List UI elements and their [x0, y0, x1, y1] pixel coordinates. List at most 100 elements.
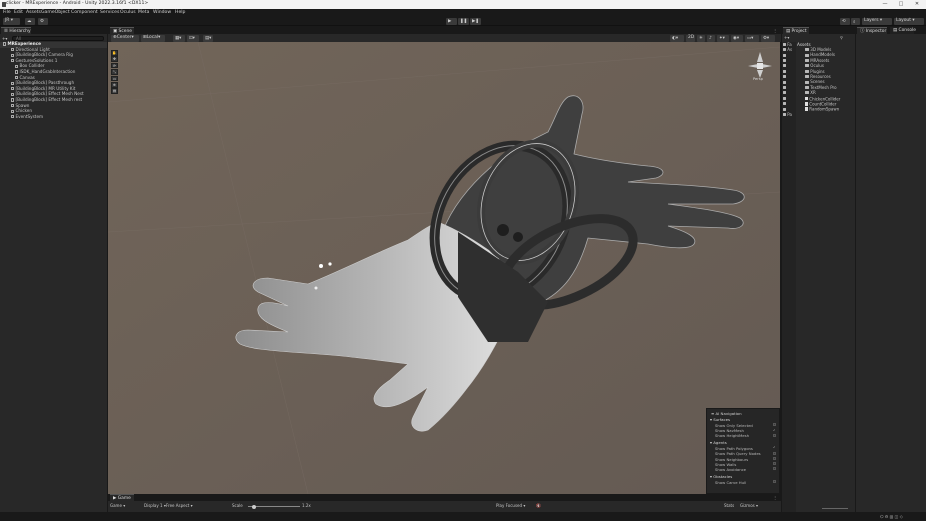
tab-hierarchy[interactable]: ☰ Hierarchy — [1, 27, 31, 34]
lighting-icon[interactable]: ☀ — [697, 34, 705, 42]
ai-option-checkbox[interactable] — [773, 456, 776, 460]
account-dropdown[interactable]: JR ▾ — [3, 17, 20, 25]
tab-scene[interactable]: ▣ Scene — [110, 27, 134, 34]
tab-inspector[interactable]: ⓘ Inspector — [857, 27, 887, 34]
display-dropdown[interactable]: Display 1 ▾ — [144, 504, 166, 508]
play-focused-dropdown[interactable]: Play Focused ▾ — [496, 504, 525, 508]
icon-size-slider[interactable] — [822, 508, 848, 509]
ai-option-checkbox[interactable] — [773, 423, 776, 427]
project-lock-icon[interactable]: ⚲ — [840, 35, 843, 40]
settings-icon[interactable]: ⚙ — [38, 17, 48, 25]
maximize-button[interactable]: □ — [896, 1, 906, 8]
menu-component[interactable]: Component — [71, 10, 98, 15]
project-tree-item[interactable] — [783, 64, 787, 68]
layers-dropdown[interactable]: Layers ▾ — [862, 17, 892, 25]
ai-option-checkbox[interactable]: ✓ — [773, 446, 776, 449]
grid-icon[interactable]: ▦▾ — [173, 34, 185, 42]
project-tree-item[interactable] — [783, 91, 787, 95]
ai-option-checkbox[interactable] — [773, 433, 776, 437]
effects-icon[interactable]: ✦▾ — [717, 34, 729, 42]
play-button[interactable]: ▶ — [446, 17, 457, 25]
increment-icon[interactable]: ▤▾ — [203, 34, 213, 42]
menu-window[interactable]: Window — [153, 10, 171, 15]
ai-section-header[interactable]: ▾ Agents — [710, 440, 727, 445]
project-item[interactable]: MRAssets — [805, 58, 829, 63]
ai-option-checkbox[interactable] — [773, 451, 776, 455]
project-item[interactable]: Resources — [805, 75, 831, 79]
game-panel-menu-icon[interactable]: ⋮ — [773, 495, 777, 500]
stats-button[interactable]: Stats — [724, 504, 734, 508]
scene-tool-button[interactable]: ⊕ — [111, 82, 118, 88]
scene-tool-button[interactable]: ▤ — [111, 88, 118, 94]
scene-tool-button[interactable]: ⟳ — [111, 62, 118, 69]
project-item[interactable]: Oculus — [805, 64, 824, 68]
ai-option-checkbox[interactable]: ✓ — [773, 428, 776, 432]
pivot-center-dropdown[interactable]: ⊕Center▾ — [111, 34, 139, 42]
scene-viewport[interactable]: Persp ≡ AI Navigation ▾ Surfaces Show Onl… — [108, 42, 780, 494]
pivot-local-dropdown[interactable]: ⊞Local▾ — [141, 34, 165, 42]
project-item[interactable]: HandModels — [805, 53, 835, 57]
panel-menu-icon[interactable]: ⋮ — [773, 28, 777, 33]
project-tree-item[interactable] — [783, 69, 787, 74]
audio-icon[interactable]: ♪ — [707, 34, 715, 42]
tab-project[interactable]: ▤ Project — [783, 27, 809, 34]
menu-assets[interactable]: Assets — [26, 10, 41, 15]
project-tree-item[interactable]: Pa — [783, 112, 792, 117]
ai-section-header[interactable]: ▾ Obstacles — [710, 474, 732, 479]
ai-section-header[interactable]: ▾ Surfaces — [710, 417, 730, 422]
menu-services[interactable]: Services — [100, 10, 119, 15]
camera-icon[interactable]: ▭▾ — [745, 34, 759, 42]
project-item[interactable]: TextMesh Pro — [805, 85, 837, 90]
cloud-icon[interactable]: ☁ — [25, 17, 35, 25]
scene-tool-button[interactable]: ▭ — [111, 75, 118, 82]
project-item[interactable]: XR — [805, 91, 816, 95]
project-tree-item[interactable] — [783, 58, 787, 63]
game-mode-dropdown[interactable]: Game ▾ — [110, 504, 125, 508]
project-item[interactable]: 3D Models — [805, 48, 831, 52]
tab-game[interactable]: ▶ Game — [110, 494, 134, 501]
close-button[interactable]: ✕ — [912, 1, 922, 8]
ai-option-checkbox[interactable] — [773, 479, 776, 483]
menu-oculus[interactable]: Oculus — [120, 10, 136, 15]
project-tree-item[interactable]: As — [783, 47, 792, 52]
ai-option-checkbox[interactable] — [773, 467, 776, 471]
project-item[interactable]: Scenes — [805, 80, 825, 84]
menu-file[interactable]: File — [3, 10, 11, 15]
2d-toggle[interactable]: 2D — [686, 34, 695, 42]
history-icon[interactable]: ⟲ — [840, 17, 850, 25]
ai-option-checkbox[interactable] — [773, 462, 776, 465]
gizmos-dropdown[interactable]: Gizmos ▾ — [740, 504, 758, 508]
project-item[interactable]: ChickenCollider — [805, 96, 840, 101]
orientation-gizmo[interactable]: Persp — [744, 48, 776, 84]
project-item[interactable]: Plugins — [805, 69, 825, 74]
scene-tool-button[interactable]: ✋ — [111, 50, 118, 56]
step-button[interactable]: ▶❚ — [470, 17, 481, 25]
menu-edit[interactable]: Edit — [14, 10, 23, 15]
project-tree-item[interactable] — [783, 53, 787, 57]
project-add-icon[interactable]: +▾ — [784, 35, 789, 40]
project-tree-item[interactable] — [783, 96, 787, 101]
menu-help[interactable]: Help — [175, 10, 185, 15]
gizmos-icon[interactable]: ⚙▾ — [761, 34, 775, 42]
menu-meta[interactable]: Meta — [138, 10, 149, 15]
hierarchy-item[interactable]: EventSystem — [0, 114, 106, 121]
layout-dropdown[interactable]: Layout ▾ — [894, 17, 924, 25]
project-tree-item[interactable] — [783, 75, 787, 79]
mute-audio-icon[interactable]: 🔇 — [536, 504, 541, 508]
pause-button[interactable]: ❚❚ — [458, 17, 469, 25]
snap-icon[interactable]: ⊡▾ — [187, 34, 199, 42]
scene-tool-button[interactable]: ✥ — [111, 56, 118, 62]
search-icon[interactable]: ⌕ — [851, 17, 860, 25]
aspect-dropdown[interactable]: Free Aspect ▾ — [166, 504, 193, 508]
tab-console[interactable]: ▤ Console — [890, 27, 916, 34]
menu-gameobject[interactable]: GameObject — [41, 10, 70, 15]
minimize-button[interactable]: — — [880, 1, 890, 8]
project-tree-item[interactable] — [783, 80, 787, 84]
scene-tool-button[interactable]: ⤡ — [111, 69, 118, 75]
scale-slider-handle[interactable] — [252, 504, 256, 509]
project-item[interactable]: RandomSpawn — [805, 107, 839, 112]
project-tree-item[interactable]: Fa — [783, 42, 792, 47]
hidden-objects-icon[interactable]: ◉▾ — [731, 34, 743, 42]
project-tree-item[interactable] — [783, 107, 787, 111]
project-tree-item[interactable] — [783, 102, 787, 106]
